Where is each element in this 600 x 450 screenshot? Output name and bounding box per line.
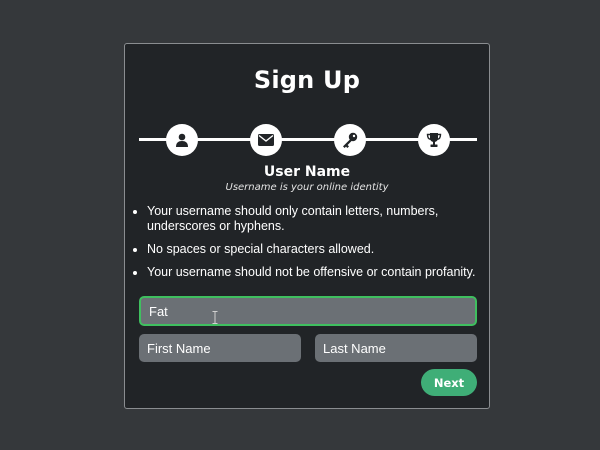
last-name-input[interactable] <box>315 334 477 362</box>
username-rules: Your username should only contain letter… <box>133 204 497 288</box>
first-name-input[interactable] <box>139 334 301 362</box>
key-icon <box>343 132 358 148</box>
rule-item: Your username should only contain letter… <box>147 204 497 234</box>
step-progress <box>139 124 477 156</box>
envelope-icon <box>258 134 274 146</box>
section-subtitle: Username is your online identity <box>225 182 389 193</box>
step-email <box>250 124 282 156</box>
section-title: User Name <box>263 164 351 180</box>
trophy-icon <box>426 133 442 147</box>
user-icon <box>176 133 188 147</box>
next-button[interactable]: Next <box>421 369 477 396</box>
step-complete <box>418 124 450 156</box>
signup-card: Sign Up User Name Username is your onlin… <box>124 43 490 409</box>
username-input[interactable] <box>139 296 477 326</box>
form-title: Sign Up <box>253 66 361 94</box>
rule-item: No spaces or special characters allowed. <box>147 242 497 257</box>
step-password <box>334 124 366 156</box>
rule-item: Your username should not be offensive or… <box>147 265 497 280</box>
step-user <box>166 124 198 156</box>
